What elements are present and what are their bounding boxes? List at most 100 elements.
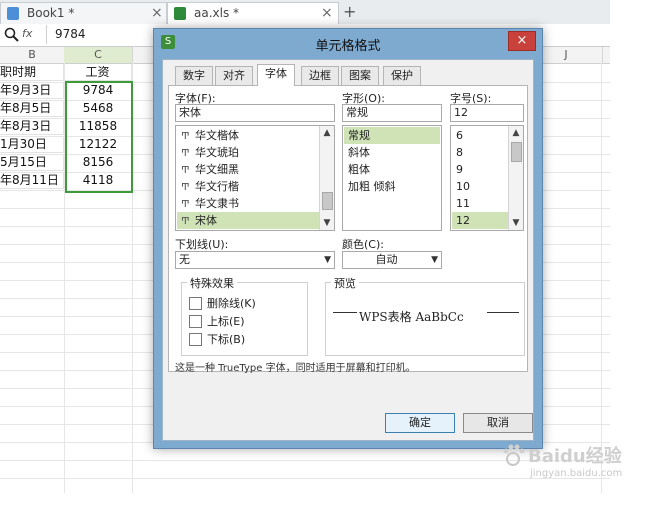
- tab-number[interactable]: 数字: [175, 66, 213, 85]
- cell-c[interactable]: 12122: [66, 136, 130, 153]
- font-list-item[interactable]: Ͳ 华文隶书: [177, 195, 321, 212]
- spreadsheet-file-icon: [7, 7, 19, 20]
- font-tab-panel: 字体(F): 宋体 Ͳ 华文楷体 Ͳ 华文琥珀 Ͳ 华文细黑 Ͳ 华文行楷 Ͳ 华文隶书 …: [168, 85, 528, 374]
- color-select[interactable]: 自动 ▼: [342, 251, 442, 269]
- dialog-titlebar[interactable]: S 单元格格式 ×: [154, 29, 542, 57]
- cell-c[interactable]: 5468: [66, 100, 130, 117]
- subscript-checkbox[interactable]: [189, 333, 202, 346]
- tab-label: Book1 *: [27, 6, 75, 20]
- style-input[interactable]: 常规: [342, 104, 442, 122]
- size-input[interactable]: 12: [450, 104, 524, 122]
- strikethrough-label[interactable]: 删除线(K): [207, 295, 256, 311]
- font-list-scrollbar[interactable]: ▲ ▼: [319, 126, 334, 230]
- column-header-c[interactable]: C: [64, 47, 133, 63]
- size-list-item[interactable]: 6: [452, 127, 510, 144]
- cell-c[interactable]: 9784: [66, 82, 130, 99]
- font-input[interactable]: 宋体: [175, 104, 335, 122]
- cell-b[interactable]: 年8月3日: [0, 118, 64, 135]
- color-label: 颜色(C):: [342, 238, 384, 251]
- preview-rule-right: [487, 312, 519, 313]
- scroll-up-icon[interactable]: ▲: [509, 126, 523, 140]
- sheet-data: 职时期 工资 年9月3日 年8月5日 年8月3日 1月30日 5月15日 年8月…: [0, 64, 133, 194]
- format-cells-dialog: S 单元格格式 × 数字 对齐 字体 边框 图案 保护 字体(F): 宋体 Ͳ华…: [153, 28, 543, 449]
- new-tab-button[interactable]: +: [343, 2, 356, 21]
- scroll-down-icon[interactable]: ▼: [509, 216, 523, 230]
- watermark-brand: Baidu经验: [528, 446, 622, 467]
- size-list-scrollbar[interactable]: ▲ ▼: [508, 126, 523, 230]
- cell-c-header[interactable]: 工资: [64, 64, 132, 81]
- document-tab-bar: Book1 * × aa.xls * × +: [0, 0, 610, 25]
- truetype-icon: Ͳ: [181, 199, 190, 210]
- scroll-thumb[interactable]: [511, 142, 522, 162]
- font-description: 这是一种 TrueType 字体，同时适用于屏幕和打印机。: [175, 363, 416, 374]
- superscript-checkbox[interactable]: [189, 315, 202, 328]
- close-tab-icon[interactable]: ×: [321, 5, 333, 21]
- effects-title: 特殊效果: [187, 275, 237, 291]
- preview-rule-left: [333, 312, 357, 313]
- font-list[interactable]: Ͳ 华文楷体 Ͳ 华文琥珀 Ͳ 华文细黑 Ͳ 华文行楷 Ͳ 华文隶书 Ͳ 宋体 ▲ ▼: [175, 125, 335, 231]
- chevron-down-icon: ▼: [431, 255, 438, 265]
- fx-label[interactable]: fx: [22, 27, 32, 40]
- size-list-item-selected[interactable]: 12: [452, 212, 510, 229]
- cell-b[interactable]: 年8月11日: [0, 172, 64, 189]
- cell-b[interactable]: 年9月3日: [0, 82, 64, 99]
- cell-b[interactable]: 1月30日: [0, 136, 64, 153]
- scroll-down-icon[interactable]: ▼: [320, 216, 334, 230]
- superscript-label[interactable]: 上标(E): [207, 313, 245, 329]
- zoom-icon[interactable]: [4, 27, 20, 43]
- strikethrough-checkbox[interactable]: [189, 297, 202, 310]
- size-list[interactable]: 6 8 9 10 11 12 ▲ ▼: [450, 125, 524, 231]
- style-list-item[interactable]: 斜体: [344, 144, 440, 161]
- scroll-up-icon[interactable]: ▲: [320, 126, 334, 140]
- truetype-icon: Ͳ: [181, 131, 190, 142]
- tab-book1[interactable]: Book1 * ×: [0, 2, 167, 24]
- cancel-button[interactable]: 取消: [463, 413, 533, 433]
- spreadsheet-file-icon: [174, 7, 186, 20]
- size-list-item[interactable]: 11: [452, 195, 510, 212]
- cell-c[interactable]: 4118: [66, 172, 130, 189]
- truetype-icon: Ͳ: [181, 216, 190, 227]
- watermark-url: jingyan.baidu.com: [530, 468, 623, 479]
- tab-alignment[interactable]: 对齐: [215, 66, 253, 85]
- close-tab-icon[interactable]: ×: [151, 5, 163, 21]
- ok-button[interactable]: 确定: [385, 413, 455, 433]
- tab-pattern[interactable]: 图案: [341, 66, 379, 85]
- cell-c[interactable]: 11858: [66, 118, 130, 135]
- column-header-b[interactable]: B: [0, 47, 65, 63]
- chevron-down-icon: ▼: [324, 255, 331, 265]
- size-list-item[interactable]: 8: [452, 144, 510, 161]
- font-list-item[interactable]: Ͳ 华文行楷: [177, 178, 321, 195]
- preview-sample: WPS表格 AaBbCc: [359, 310, 464, 324]
- cell-b[interactable]: 年8月5日: [0, 100, 64, 117]
- font-list-item-selected[interactable]: Ͳ 宋体: [177, 212, 321, 229]
- style-list-item[interactable]: 加粗 倾斜: [344, 178, 440, 195]
- tab-protection[interactable]: 保护: [383, 66, 421, 85]
- subscript-label[interactable]: 下标(B): [207, 331, 245, 347]
- paw-logo: [503, 444, 525, 466]
- style-list-item-selected[interactable]: 常规: [344, 127, 440, 144]
- dialog-title: 单元格格式: [315, 39, 381, 54]
- dialog-body: 数字 对齐 字体 边框 图案 保护 字体(F): 宋体 Ͳ 华文楷体 Ͳ 华文琥珀 …: [162, 59, 534, 441]
- underline-select[interactable]: 无 ▼: [175, 251, 335, 269]
- style-list-item[interactable]: 粗体: [344, 161, 440, 178]
- cell-b-header[interactable]: 职时期: [0, 64, 64, 81]
- scroll-thumb[interactable]: [322, 192, 333, 210]
- truetype-icon: Ͳ: [181, 165, 190, 176]
- font-list-item[interactable]: Ͳ 华文琥珀: [177, 144, 321, 161]
- tab-font[interactable]: 字体: [257, 64, 295, 86]
- tab-border[interactable]: 边框: [301, 66, 339, 85]
- cell-b[interactable]: 5月15日: [0, 154, 64, 171]
- style-list[interactable]: 常规 斜体 粗体 加粗 倾斜: [342, 125, 442, 231]
- cell-c[interactable]: 8156: [66, 154, 130, 171]
- font-list-item[interactable]: Ͳ 华文细黑: [177, 161, 321, 178]
- close-icon[interactable]: ×: [508, 31, 536, 51]
- font-list-item[interactable]: Ͳ 华文楷体: [177, 127, 321, 144]
- size-list-item[interactable]: 9: [452, 161, 510, 178]
- tab-aa-xls[interactable]: aa.xls * ×: [167, 2, 339, 24]
- truetype-icon: Ͳ: [181, 182, 190, 193]
- preview-title: 预览: [331, 275, 359, 291]
- underline-label: 下划线(U):: [175, 238, 229, 251]
- size-list-item[interactable]: 10: [452, 178, 510, 195]
- truetype-icon: Ͳ: [181, 148, 190, 159]
- tab-label: aa.xls *: [194, 6, 240, 20]
